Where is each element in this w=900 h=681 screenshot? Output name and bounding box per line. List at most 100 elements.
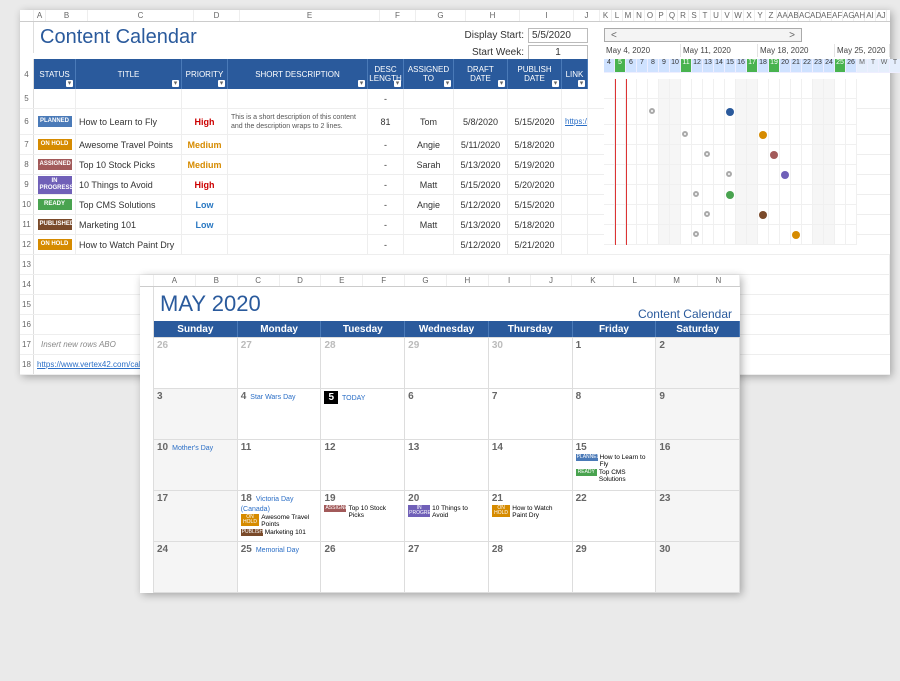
filter-icon[interactable] xyxy=(358,80,365,87)
cell-link[interactable] xyxy=(562,135,588,154)
cell-assigned[interactable]: Tom xyxy=(404,109,454,134)
calendar-day[interactable]: 29 xyxy=(404,337,489,389)
calendar-day[interactable]: 29 xyxy=(572,541,657,593)
cell-assigned[interactable]: Matt xyxy=(404,215,454,234)
calendar-day[interactable]: 24 xyxy=(153,541,238,593)
cell-link[interactable] xyxy=(562,175,588,194)
calendar-day[interactable]: 12 xyxy=(320,439,405,491)
cell-publish[interactable]: 5/19/2020 xyxy=(508,155,562,174)
cell-link[interactable] xyxy=(562,235,588,254)
filter-icon[interactable] xyxy=(172,80,179,87)
cell-assigned[interactable]: Sarah xyxy=(404,155,454,174)
col-assigned[interactable]: ASSIGNED TO xyxy=(404,59,454,89)
cell-publish[interactable]: 5/21/2020 xyxy=(508,235,562,254)
cell-assigned[interactable] xyxy=(404,235,454,254)
filter-icon[interactable] xyxy=(394,80,401,87)
calendar-day[interactable]: 18Victoria Day (Canada) ON HOLD Awesome … xyxy=(237,490,322,542)
start-week-value[interactable]: 1 xyxy=(528,45,588,60)
cell-desc[interactable]: This is a short description of this cont… xyxy=(228,109,368,134)
calendar-day[interactable]: 23 xyxy=(655,490,740,542)
calendar-day[interactable]: 21 ON HOLD How to Watch Paint Dry xyxy=(488,490,573,542)
col-priority[interactable]: PRIORITY xyxy=(182,59,228,89)
cell-draft[interactable]: 5/15/2020 xyxy=(454,175,508,194)
cell-desc[interactable] xyxy=(228,175,368,194)
cell-desclen[interactable]: - xyxy=(368,235,404,254)
calendar-day[interactable]: 27 xyxy=(237,337,322,389)
col-draft[interactable]: DRAFT DATE xyxy=(454,59,508,89)
filter-icon[interactable] xyxy=(552,80,559,87)
calendar-day[interactable]: 15 PLANNED How to Learn to Fly READY Top… xyxy=(572,439,657,491)
calendar-day[interactable]: 7 xyxy=(488,388,573,440)
col-title[interactable]: TITLE xyxy=(76,59,182,89)
cell-priority[interactable] xyxy=(182,235,228,254)
cell-desc[interactable] xyxy=(228,235,368,254)
cell-title[interactable]: How to Watch Paint Dry xyxy=(76,235,182,254)
cell-title[interactable]: Marketing 101 xyxy=(76,215,182,234)
calendar-event[interactable]: READY Top CMS Solutions xyxy=(576,469,653,483)
calendar-event[interactable]: PUBLISHED Marketing 101 xyxy=(241,529,318,536)
cell-draft[interactable]: 5/8/2020 xyxy=(454,109,508,134)
calendar-day[interactable]: 2 xyxy=(655,337,740,389)
col-link[interactable]: LINK xyxy=(562,59,588,89)
calendar-day[interactable]: 14 xyxy=(488,439,573,491)
calendar-day[interactable]: 30 xyxy=(655,541,740,593)
filter-icon[interactable] xyxy=(498,80,505,87)
gantt-prev[interactable]: < xyxy=(605,30,623,41)
cell-title[interactable]: Awesome Travel Points xyxy=(76,135,182,154)
cell-link[interactable] xyxy=(562,195,588,214)
filter-icon[interactable] xyxy=(218,80,225,87)
cell-priority[interactable]: High xyxy=(182,175,228,194)
cell-title[interactable]: Top 10 Stock Picks xyxy=(76,155,182,174)
calendar-day[interactable]: 1 xyxy=(572,337,657,389)
cell-draft[interactable]: 5/12/2020 xyxy=(454,195,508,214)
col-status[interactable]: STATUS xyxy=(34,59,76,89)
cell-desclen[interactable]: - xyxy=(368,155,404,174)
gantt-next[interactable]: > xyxy=(783,30,801,41)
cell-link[interactable] xyxy=(562,155,588,174)
cell-draft[interactable]: 5/13/2020 xyxy=(454,155,508,174)
calendar-event[interactable]: IN PROGRESS 10 Things to Avoid xyxy=(408,505,485,519)
calendar-day[interactable]: 20 IN PROGRESS 10 Things to Avoid xyxy=(404,490,489,542)
calendar-day[interactable]: 25Memorial Day xyxy=(237,541,322,593)
calendar-event[interactable]: ON HOLD How to Watch Paint Dry xyxy=(492,505,569,519)
calendar-day[interactable]: 26 xyxy=(320,541,405,593)
cell-desc[interactable] xyxy=(228,155,368,174)
calendar-day[interactable]: 17 xyxy=(153,490,238,542)
calendar-event[interactable]: ON HOLD Awesome Travel Points xyxy=(241,514,318,528)
calendar-day[interactable]: 16 xyxy=(655,439,740,491)
calendar-day[interactable]: 22 xyxy=(572,490,657,542)
display-start-value[interactable]: 5/5/2020 xyxy=(528,28,588,43)
calendar-day[interactable]: 28 xyxy=(320,337,405,389)
calendar-event[interactable]: PLANNED How to Learn to Fly xyxy=(576,454,653,468)
cell-draft[interactable]: 5/11/2020 xyxy=(454,135,508,154)
calendar-day[interactable]: 5TODAY xyxy=(320,388,405,440)
cell-publish[interactable]: 5/18/2020 xyxy=(508,135,562,154)
calendar-day[interactable]: 3 xyxy=(153,388,238,440)
cell-desclen[interactable]: - xyxy=(368,135,404,154)
cell-assigned[interactable]: Matt xyxy=(404,175,454,194)
calendar-day[interactable]: 27 xyxy=(404,541,489,593)
cell-link[interactable]: https://ww xyxy=(562,109,588,134)
cell-draft[interactable]: 5/13/2020 xyxy=(454,215,508,234)
cell-desc[interactable] xyxy=(228,215,368,234)
cell-publish[interactable]: 5/20/2020 xyxy=(508,175,562,194)
cell-link[interactable] xyxy=(562,215,588,234)
cell-assigned[interactable]: Angie xyxy=(404,135,454,154)
cell-priority[interactable]: Medium xyxy=(182,155,228,174)
cell-assigned[interactable]: Angie xyxy=(404,195,454,214)
cell-priority[interactable]: High xyxy=(182,109,228,134)
calendar-day[interactable]: 26 xyxy=(153,337,238,389)
calendar-day[interactable]: 4Star Wars Day xyxy=(237,388,322,440)
col-publish[interactable]: PUBLISH DATE xyxy=(508,59,562,89)
gantt-scroll[interactable]: < > xyxy=(604,28,802,42)
calendar-day[interactable]: 10Mother's Day xyxy=(153,439,238,491)
cell-priority[interactable]: Low xyxy=(182,195,228,214)
cell-publish[interactable]: 5/15/2020 xyxy=(508,195,562,214)
cell-publish[interactable]: 5/18/2020 xyxy=(508,215,562,234)
cell-desclen[interactable]: - xyxy=(368,195,404,214)
cell-priority[interactable]: Medium xyxy=(182,135,228,154)
calendar-day[interactable]: 13 xyxy=(404,439,489,491)
calendar-day[interactable]: 28 xyxy=(488,541,573,593)
filter-icon[interactable] xyxy=(66,80,73,87)
calendar-day[interactable]: 11 xyxy=(237,439,322,491)
